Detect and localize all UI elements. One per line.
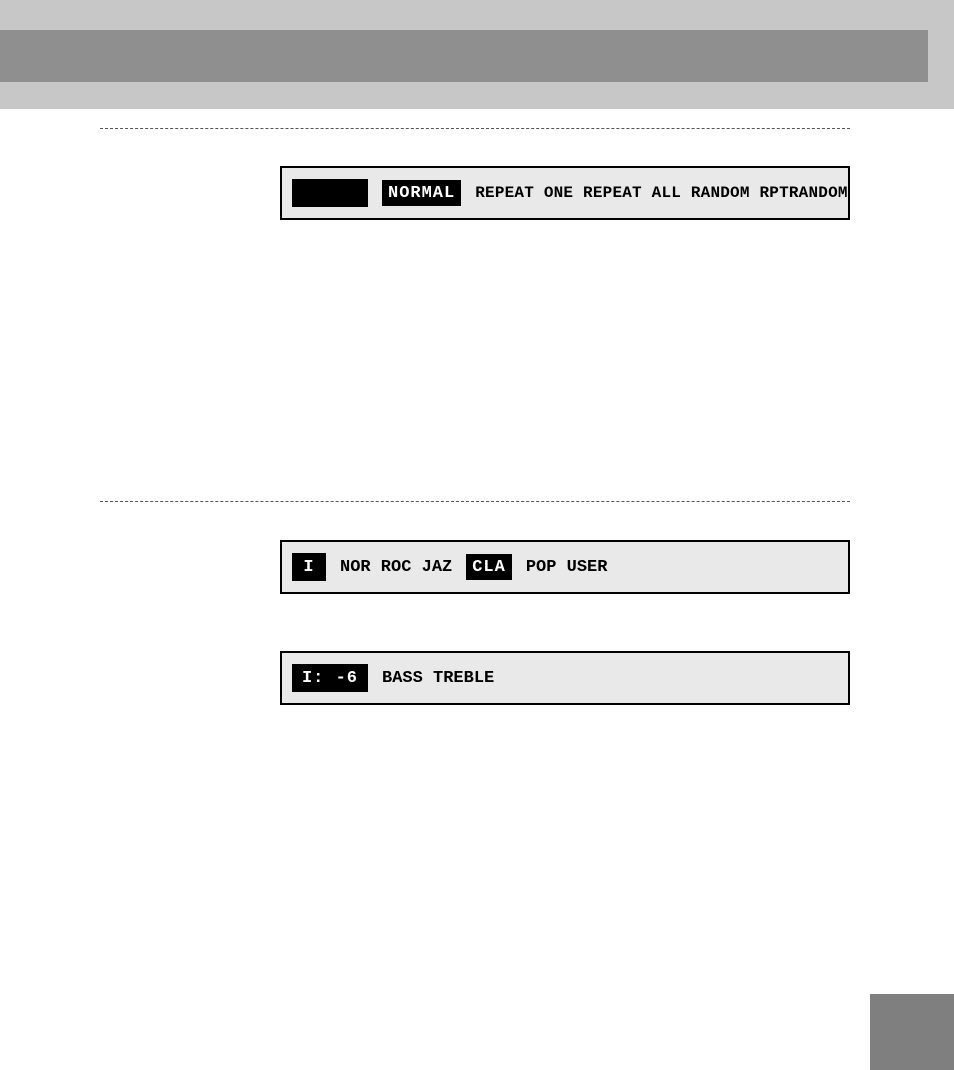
lcd-tone-items: BASS TREBLE bbox=[382, 669, 494, 688]
section-divider-1 bbox=[100, 128, 850, 129]
lcd-eq-right: POP USER bbox=[526, 558, 608, 577]
lcd-repeat-selected: NORMAL bbox=[382, 180, 461, 206]
lcd-repeat-mode: NORMAL REPEAT ONE REPEAT ALL RANDOM RPTR… bbox=[280, 166, 850, 220]
lcd-eq-selected: CLA bbox=[466, 554, 512, 580]
lcd-eq-preset: I NOR ROC JAZ CLA POP USER bbox=[280, 540, 850, 594]
manual-page: NORMAL REPEAT ONE REPEAT ALL RANDOM RPTR… bbox=[0, 0, 954, 1070]
page-number-box bbox=[870, 994, 954, 1070]
lcd-eq-tag: I bbox=[292, 553, 326, 581]
lcd-eq-left: NOR ROC JAZ bbox=[340, 558, 452, 577]
lcd-tag-black bbox=[292, 179, 368, 207]
lcd-tone-tag: I: -6 bbox=[292, 664, 368, 692]
lcd-tone: I: -6 BASS TREBLE bbox=[280, 651, 850, 705]
lcd-repeat-options: REPEAT ONE REPEAT ALL RANDOM RPTRANDOM bbox=[475, 184, 847, 202]
section-divider-2 bbox=[100, 501, 850, 502]
header-band-dark bbox=[0, 30, 928, 82]
